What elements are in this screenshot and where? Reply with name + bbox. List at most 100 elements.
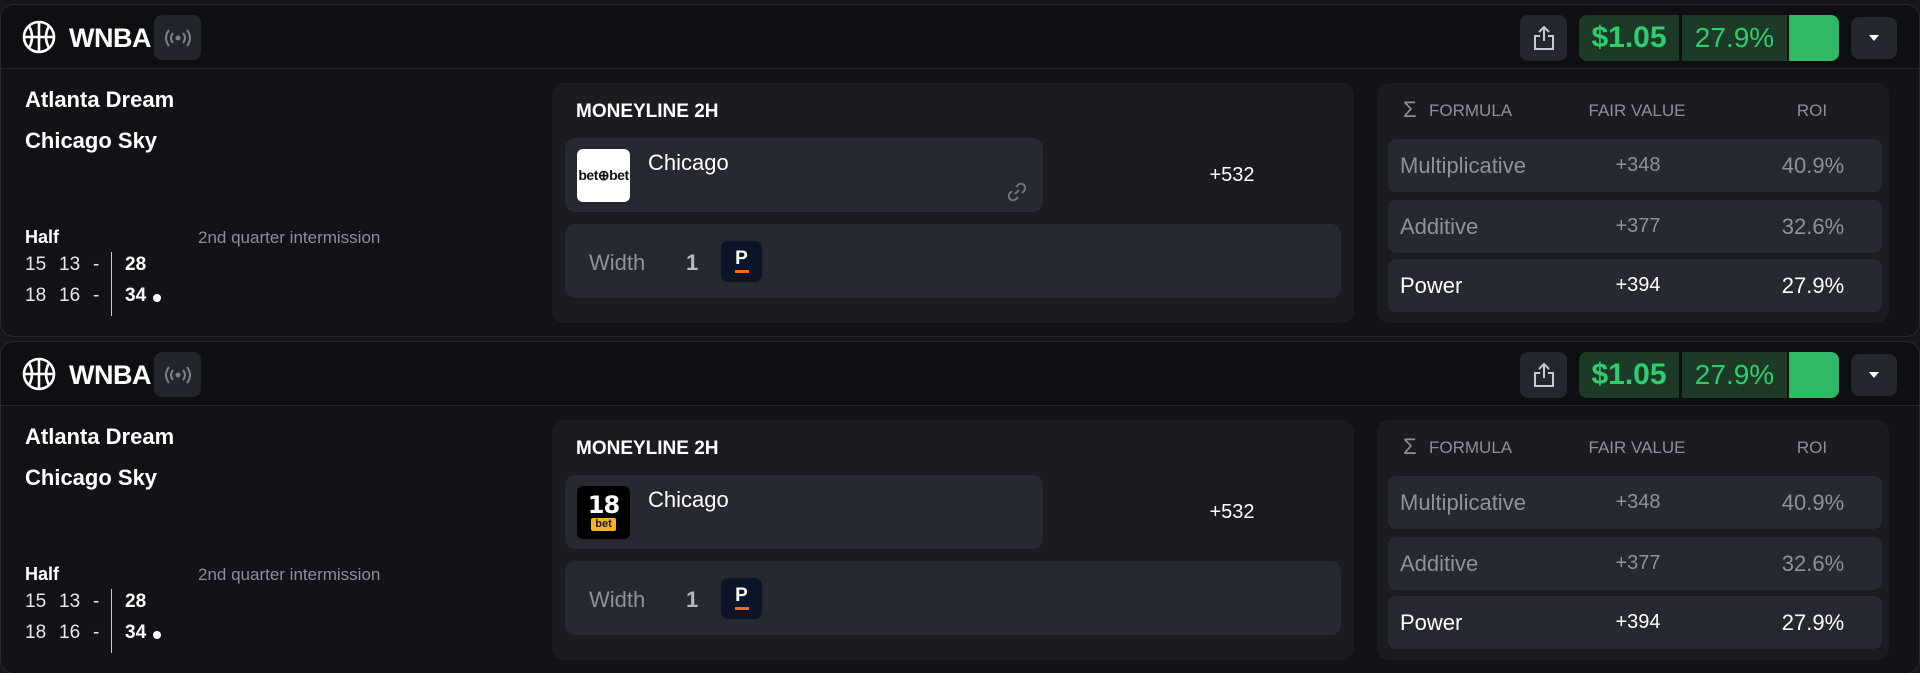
score-separator: - (93, 591, 100, 612)
place-bet-button[interactable] (1789, 15, 1839, 61)
formula-row-selected[interactable]: Power +394 27.9% (1388, 259, 1882, 312)
home-team: Atlanta Dream (25, 424, 175, 449)
formula-name: Multiplicative (1400, 153, 1526, 178)
possession-indicator (153, 631, 161, 639)
formula-name: Power (1400, 610, 1463, 635)
formula-row-selected[interactable]: Power +394 27.9% (1388, 596, 1882, 649)
bookmaker-logo-word: bet (591, 518, 616, 531)
formula-header: FORMULA (1429, 101, 1513, 120)
live-button[interactable] (154, 15, 201, 60)
market-title: MONEYLINE 2H (576, 438, 719, 459)
expand-button[interactable] (1851, 354, 1897, 396)
formula-panel: Σ FORMULA FAIR VALUE ROI Multiplicative … (1377, 420, 1889, 660)
share-button[interactable] (1520, 15, 1567, 61)
width-label: Width (589, 587, 646, 612)
formula-row[interactable]: Additive +377 32.6% (1388, 537, 1882, 590)
place-bet-button[interactable] (1789, 352, 1839, 398)
roi-value: 27.9% (1682, 352, 1787, 398)
formula-name: Multiplicative (1400, 490, 1526, 515)
league-name: WNBA (69, 23, 151, 53)
score-q1: 18 (25, 622, 47, 643)
score-total: 28 (125, 254, 147, 275)
bookmaker-logo-number: 18 (587, 491, 620, 519)
score-separator: - (93, 254, 100, 275)
fair-value: +377 (1615, 215, 1661, 237)
share-button[interactable] (1520, 352, 1567, 398)
score-q2: 13 (59, 254, 81, 275)
odds-value: +532 (1209, 501, 1255, 523)
basketball-icon (22, 20, 56, 54)
roi-header: ROI (1796, 101, 1828, 120)
formula-row[interactable]: Multiplicative +348 40.9% (1388, 476, 1882, 529)
width-value: 1 (686, 250, 699, 275)
period-label: Half (25, 227, 60, 247)
score-total: 34 (125, 622, 147, 643)
score-q1: 15 (25, 254, 47, 275)
fair-value-header: FAIR VALUE (1588, 438, 1686, 457)
stake-price[interactable]: $1.05 (1579, 352, 1679, 398)
sharp-book-logo: P (721, 578, 762, 619)
logo-bar (734, 606, 749, 610)
score-q1: 15 (25, 591, 47, 612)
expand-button[interactable] (1851, 17, 1897, 59)
fair-value: +394 (1615, 611, 1661, 633)
share-icon (1533, 25, 1554, 50)
fair-value: +377 (1615, 552, 1661, 574)
bet-card: WNBA $1.05 27.9% Atlanta Dream Chicago S… (0, 341, 1920, 673)
bookmaker-logo: bet⊕bet (577, 149, 630, 202)
sigma-icon: Σ (1403, 97, 1417, 122)
fair-value: +348 (1615, 154, 1661, 176)
stake-price[interactable]: $1.05 (1579, 15, 1679, 61)
chevron-down-icon (1869, 35, 1879, 41)
logo-bar (734, 269, 749, 273)
fair-value-header: FAIR VALUE (1588, 101, 1686, 120)
score-q2: 16 (59, 285, 81, 306)
away-team: Chicago Sky (25, 465, 158, 490)
fair-value: +394 (1615, 274, 1661, 296)
bookmaker-selection[interactable]: 18 bet Chicago (565, 475, 1043, 549)
basketball-icon (22, 357, 56, 391)
sharp-book-letter: P (735, 584, 748, 606)
fair-value: +348 (1615, 491, 1661, 513)
formula-name: Additive (1400, 214, 1479, 239)
score-divider (111, 589, 112, 653)
sharp-book-logo: P (721, 241, 762, 282)
bookmaker-logo: 18 bet (577, 486, 630, 539)
bet-card: WNBA $1.05 27.9% Atlanta Dream Chicago S… (0, 4, 1920, 337)
game-status: 2nd quarter intermission (198, 228, 381, 247)
score-separator: - (93, 285, 100, 306)
score-total: 34 (125, 285, 147, 306)
market-panel: MONEYLINE 2H bet⊕bet Chicago +532 Width … (552, 83, 1354, 323)
roi-value: 27.9% (1682, 15, 1787, 61)
bookmaker-selection[interactable]: bet⊕bet Chicago (565, 138, 1043, 212)
formula-roi: 40.9% (1781, 153, 1845, 178)
league-name: WNBA (69, 360, 151, 390)
odds-value: +532 (1209, 164, 1255, 186)
possession-indicator (153, 294, 161, 302)
link-icon[interactable] (1005, 180, 1029, 204)
card-header: WNBA $1.05 27.9% (1, 342, 1919, 406)
score-divider (111, 252, 112, 316)
width-value: 1 (686, 587, 699, 612)
broadcast-icon (164, 28, 191, 47)
formula-row[interactable]: Multiplicative +348 40.9% (1388, 139, 1882, 192)
score-separator: - (93, 622, 100, 643)
card-header: WNBA $1.05 27.9% (1, 5, 1919, 69)
formula-name: Additive (1400, 551, 1479, 576)
away-team: Chicago Sky (25, 128, 158, 153)
live-button[interactable] (154, 352, 201, 397)
broadcast-icon (164, 365, 191, 384)
selection-name: Chicago (648, 150, 729, 175)
market-panel: MONEYLINE 2H 18 bet Chicago +532 Width 1… (552, 420, 1354, 660)
score-q2: 16 (59, 622, 81, 643)
market-title: MONEYLINE 2H (576, 101, 719, 122)
roi-header: ROI (1796, 438, 1828, 457)
formula-row[interactable]: Additive +377 32.6% (1388, 200, 1882, 253)
width-row: Width 1 P (565, 561, 1341, 635)
formula-roi: 27.9% (1781, 273, 1845, 298)
formula-roi: 32.6% (1781, 214, 1845, 239)
formula-panel: Σ FORMULA FAIR VALUE ROI Multiplicative … (1377, 83, 1889, 323)
score-q2: 13 (59, 591, 81, 612)
formula-roi: 40.9% (1781, 490, 1845, 515)
sigma-icon: Σ (1403, 434, 1417, 459)
